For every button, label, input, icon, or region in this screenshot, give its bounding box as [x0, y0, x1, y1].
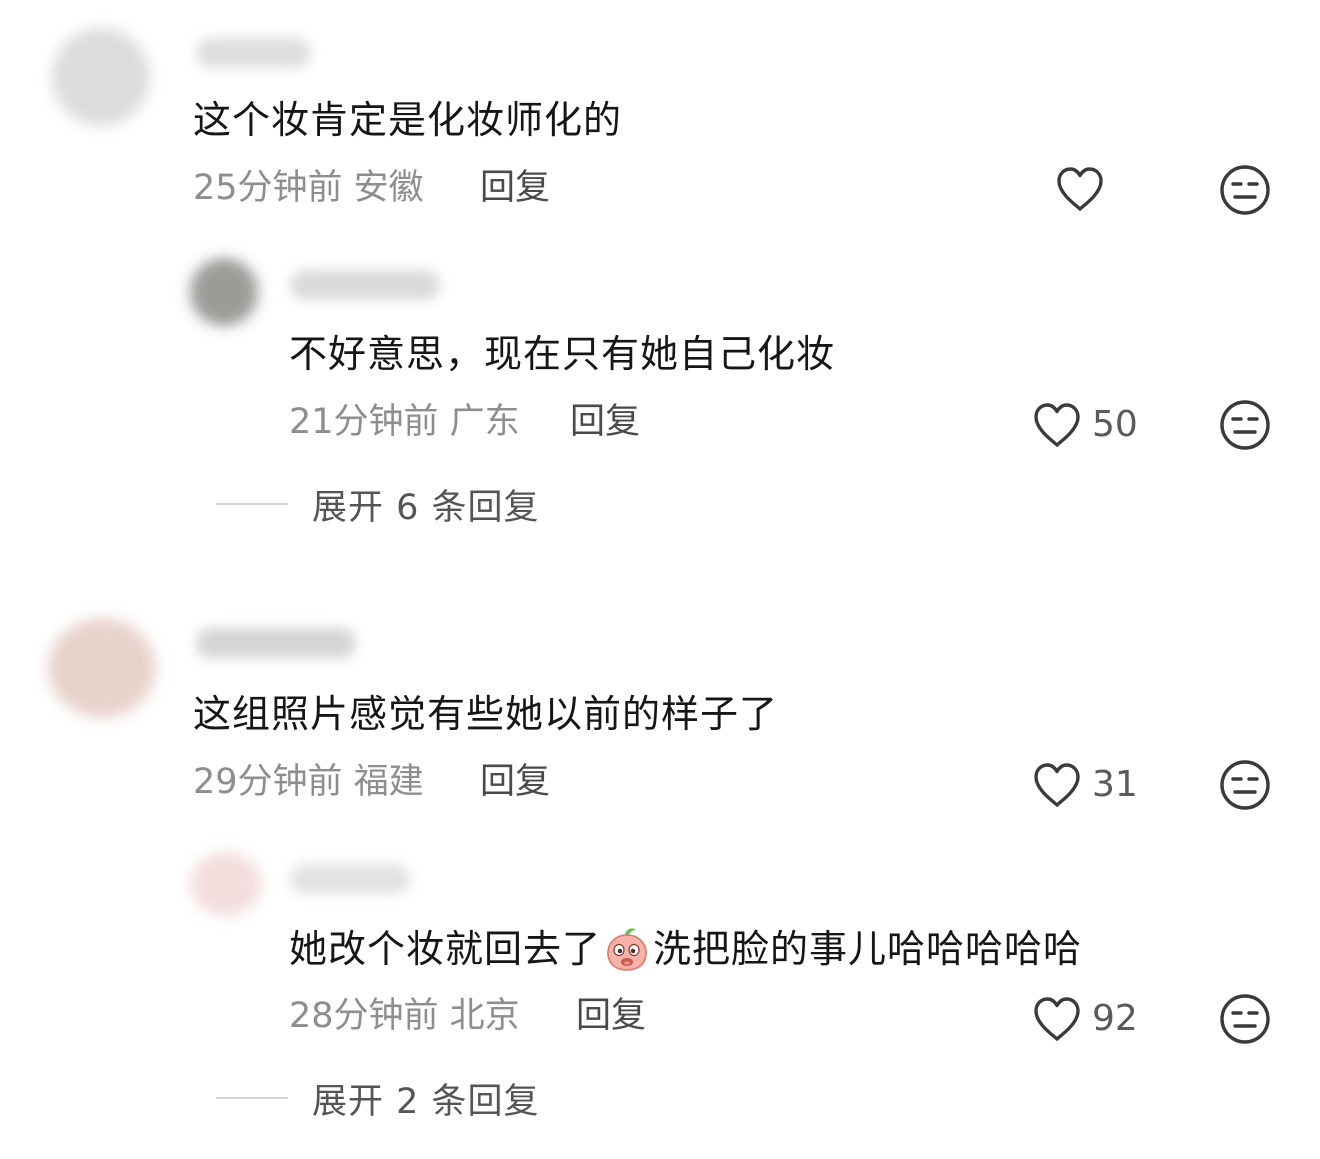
comment-text-part: 她改个妆就回去了	[289, 927, 602, 971]
like-button[interactable]	[1055, 164, 1115, 214]
expand-replies-button[interactable]: 展开 6 条回复	[216, 480, 540, 528]
like-button[interactable]: 31	[1032, 760, 1138, 810]
expand-replies-button[interactable]: 展开 2 条回复	[216, 1074, 540, 1122]
comment-text-part: 洗把脸的事儿哈哈哈哈哈	[653, 927, 1083, 971]
comment-meta: 25分钟前 安徽	[193, 168, 424, 208]
comment-meta: 28分钟前 北京	[289, 996, 520, 1036]
username-blurred[interactable]	[290, 270, 440, 300]
like-button[interactable]: 50	[1032, 400, 1138, 450]
comment-text: 不好意思，现在只有她自己化妆	[289, 332, 836, 376]
expand-replies-label: 展开 2 条回复	[312, 1081, 540, 1122]
comment-meta: 21分钟前 广东	[289, 402, 520, 442]
avatar[interactable]	[52, 28, 150, 126]
reply-button[interactable]: 回复	[480, 760, 550, 804]
heart-outline-icon	[1034, 763, 1080, 807]
heart-outline-icon	[1034, 403, 1080, 447]
avatar[interactable]	[48, 618, 156, 718]
expand-replies-label: 展开 6 条回复	[312, 487, 540, 528]
meh-face-icon[interactable]	[1218, 398, 1272, 452]
reply-button[interactable]: 回复	[480, 166, 550, 210]
like-button[interactable]: 92	[1032, 994, 1138, 1044]
reply-button[interactable]: 回复	[576, 994, 646, 1038]
heart-outline-icon	[1057, 167, 1103, 211]
like-count: 31	[1092, 764, 1138, 805]
username-blurred[interactable]	[196, 628, 356, 658]
reply-button[interactable]: 回复	[570, 400, 640, 444]
comment-text: 她改个妆就回去了 洗把脸的事儿哈哈哈哈哈	[289, 924, 1082, 973]
meh-face-icon[interactable]	[1218, 992, 1272, 1046]
comment-text: 这个妆肯定是化妆师化的	[193, 98, 623, 142]
meh-face-icon[interactable]	[1218, 163, 1272, 217]
username-blurred[interactable]	[290, 864, 410, 894]
like-count: 50	[1092, 404, 1138, 445]
divider	[216, 503, 288, 505]
comment-meta: 29分钟前 福建	[193, 762, 424, 802]
username-blurred[interactable]	[196, 38, 311, 68]
heart-outline-icon	[1034, 997, 1080, 1041]
avatar[interactable]	[190, 258, 258, 326]
divider	[216, 1097, 288, 1099]
meh-face-icon[interactable]	[1218, 758, 1272, 812]
avatar[interactable]	[190, 852, 262, 916]
comment-text: 这组照片感觉有些她以前的样子了	[193, 692, 779, 736]
like-count: 92	[1092, 998, 1138, 1039]
peach-face-emoji-icon	[607, 928, 647, 971]
